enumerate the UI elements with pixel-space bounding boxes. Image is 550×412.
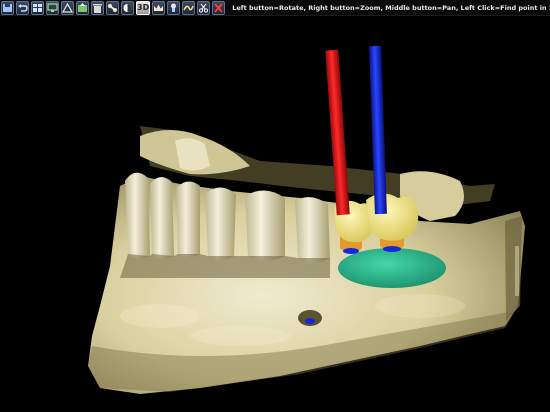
3d-view-button[interactable]: 3D bbox=[136, 0, 151, 15]
contrast-icon bbox=[123, 3, 132, 12]
cut-icon bbox=[199, 3, 209, 13]
save-button[interactable] bbox=[1, 0, 14, 15]
export-button[interactable] bbox=[76, 0, 89, 15]
save-icon bbox=[3, 3, 12, 12]
status-hint: Left button=Rotate, Right button=Zoom, M… bbox=[232, 3, 550, 12]
trash-button[interactable] bbox=[91, 0, 104, 15]
3d-viewport[interactable] bbox=[0, 16, 550, 412]
undo-icon bbox=[18, 3, 28, 12]
implant-icon bbox=[171, 3, 177, 12]
teeth bbox=[120, 172, 330, 278]
close-icon bbox=[214, 2, 223, 13]
gum-model bbox=[338, 248, 446, 288]
implant-button[interactable] bbox=[167, 0, 181, 15]
layout-icon bbox=[33, 3, 42, 12]
crown-icon bbox=[154, 4, 164, 11]
bone-button[interactable] bbox=[106, 0, 119, 15]
crown-button[interactable] bbox=[152, 0, 166, 15]
measure-angle-icon bbox=[62, 2, 73, 13]
close-button[interactable] bbox=[212, 0, 226, 15]
measure-angle-button[interactable] bbox=[61, 0, 74, 15]
mandible-render bbox=[88, 45, 525, 394]
nerve-icon bbox=[183, 5, 194, 10]
screen-icon bbox=[47, 2, 58, 12]
contrast-button[interactable] bbox=[121, 0, 134, 15]
3d-icon: 3D bbox=[137, 2, 150, 12]
bone-icon bbox=[108, 3, 117, 12]
trash-icon bbox=[93, 3, 102, 13]
cut-button[interactable] bbox=[197, 0, 211, 15]
nerve-button[interactable] bbox=[182, 0, 196, 15]
undo-button[interactable] bbox=[16, 0, 29, 15]
layout-button[interactable] bbox=[31, 0, 44, 15]
screen-button[interactable] bbox=[46, 0, 59, 15]
toolbar: 3D Left button=Rotate, Right button=Zoom… bbox=[0, 0, 550, 16]
export-icon bbox=[78, 2, 87, 12]
